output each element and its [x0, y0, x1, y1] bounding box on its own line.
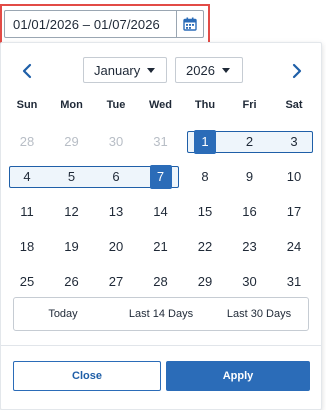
quick-range-bar: Today Last 14 Days Last 30 Days — [13, 297, 309, 331]
calendar-day[interactable]: 31 — [272, 270, 316, 294]
footer-divider — [1, 345, 321, 346]
chevron-right-icon — [292, 63, 302, 79]
calendar-day[interactable]: 25 — [5, 270, 49, 294]
year-select-value: 2026 — [186, 62, 215, 78]
calendar-day[interactable]: 28 — [5, 130, 49, 154]
calendar-day[interactable]: 3 — [272, 130, 316, 154]
calendar-day[interactable]: 16 — [228, 200, 272, 224]
weekday-label: Fri — [242, 99, 257, 111]
date-range-value: 01/01/2026 – 01/07/2026 — [13, 17, 160, 32]
calendar-day[interactable]: 30 — [228, 270, 272, 294]
quick-range-today[interactable]: Today — [14, 298, 112, 330]
calendar-day[interactable]: 13 — [94, 200, 138, 224]
calendar-day[interactable]: 15 — [183, 200, 227, 224]
close-button[interactable]: Close — [13, 361, 161, 391]
calendar-popup: January 2026 Sun Mon Tue Wed Thu Fri Sat 28 29 30… — [0, 42, 322, 410]
calendar-day[interactable]: 2 — [228, 130, 272, 154]
month-select[interactable]: January — [83, 57, 167, 83]
quick-range-last-14-days[interactable]: Last 14 Days — [112, 298, 210, 330]
chevron-down-icon — [221, 67, 230, 73]
date-range-input[interactable]: 01/01/2026 – 01/07/2026 — [4, 10, 204, 38]
calendar-day[interactable]: 23 — [228, 235, 272, 259]
calendar-day[interactable]: 24 — [272, 235, 316, 259]
calendar-day[interactable]: 22 — [183, 235, 227, 259]
calendar-day[interactable]: 9 — [228, 165, 272, 189]
calendar-day[interactable]: 18 — [5, 235, 49, 259]
month-select-value: January — [94, 62, 141, 78]
calendar-day[interactable]: 6 — [94, 165, 138, 189]
calendar-day[interactable]: 31 — [139, 130, 183, 154]
calendar-day[interactable]: 27 — [94, 270, 138, 294]
apply-button[interactable]: Apply — [166, 361, 310, 391]
calendar-day[interactable]: 30 — [94, 130, 138, 154]
year-select[interactable]: 2026 — [175, 57, 243, 83]
calendar-day[interactable]: 17 — [272, 200, 316, 224]
weekday-label: Tue — [106, 99, 126, 111]
calendar-day[interactable]: 26 — [50, 270, 94, 294]
calendar-day[interactable]: 11 — [5, 200, 49, 224]
calendar-day[interactable]: 29 — [183, 270, 227, 294]
calendar-day[interactable]: 10 — [272, 165, 316, 189]
calendar-day[interactable]: 12 — [50, 200, 94, 224]
calendar-day[interactable]: 21 — [139, 235, 183, 259]
weekday-label: Mon — [60, 99, 83, 111]
calendar-day[interactable]: 5 — [50, 165, 94, 189]
chevron-left-icon — [22, 63, 32, 79]
calendar-day[interactable]: 4 — [5, 165, 49, 189]
weekday-label: Wed — [148, 99, 173, 111]
calendar-day[interactable]: 20 — [94, 235, 138, 259]
calendar-day[interactable]: 14 — [139, 200, 183, 224]
calendar-day[interactable]: 8 — [183, 165, 227, 189]
calendar-day-selected[interactable]: 7 — [149, 165, 172, 189]
weekday-label: Sat — [285, 99, 303, 111]
calendar-day[interactable]: 29 — [50, 130, 94, 154]
chevron-down-icon — [147, 67, 156, 73]
weekday-label: Sun — [16, 99, 38, 111]
calendar-icon[interactable] — [176, 11, 203, 37]
calendar-day-selected[interactable]: 1 — [194, 130, 216, 154]
prev-month-button[interactable] — [17, 58, 37, 84]
quick-range-last-30-days[interactable]: Last 30 Days — [210, 298, 308, 330]
calendar-day[interactable]: 19 — [50, 235, 94, 259]
weekday-label: Thu — [194, 99, 216, 111]
next-month-button[interactable] — [287, 58, 307, 84]
calendar-day[interactable]: 28 — [139, 270, 183, 294]
